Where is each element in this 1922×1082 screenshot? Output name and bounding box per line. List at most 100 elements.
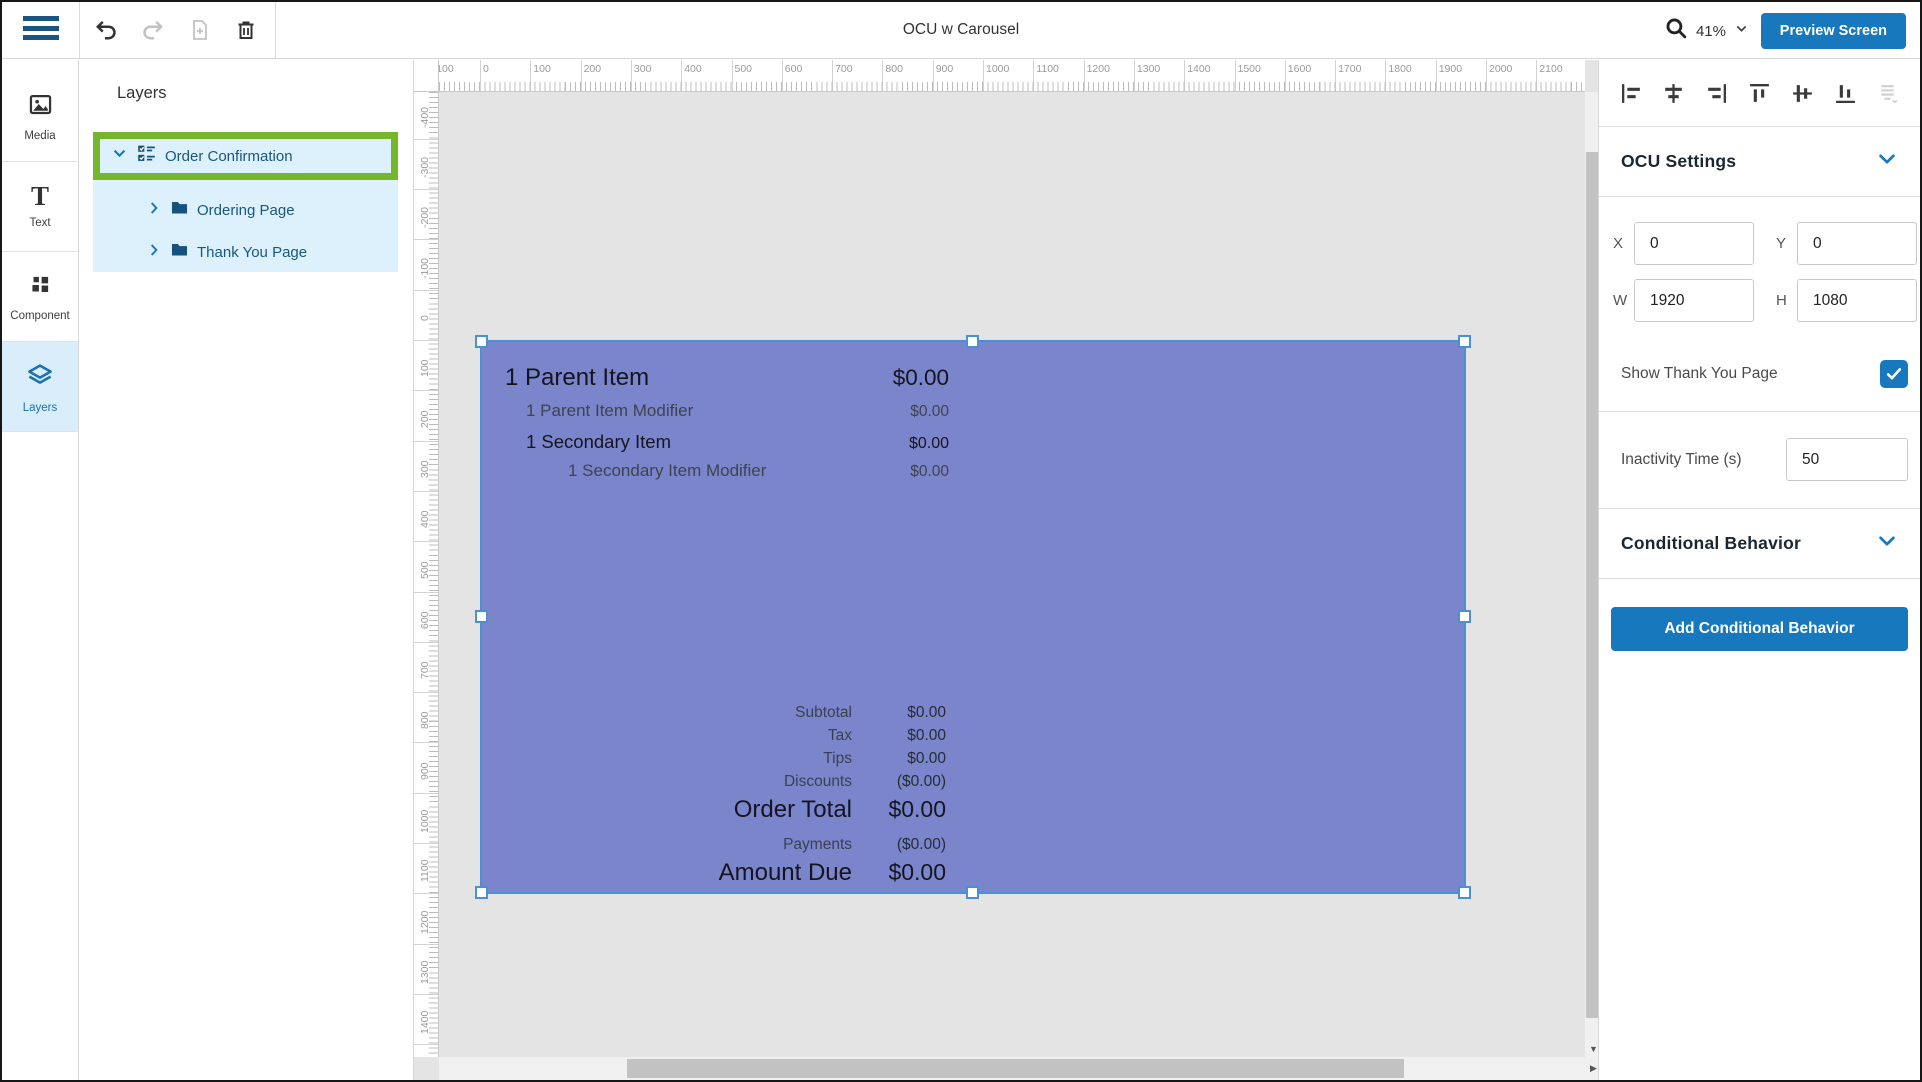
ruler-label: 500 — [414, 548, 436, 592]
conditional-button-area: Add Conditional Behavior — [1599, 579, 1920, 679]
chevron-down-icon[interactable] — [1876, 148, 1898, 175]
ruler-label: 300 — [414, 447, 436, 491]
field-input-x[interactable] — [1634, 222, 1754, 265]
align-right-icon[interactable] — [1704, 80, 1730, 106]
layer-row-order-confirmation[interactable]: Order Confirmation — [100, 139, 391, 173]
ruler-tick — [732, 60, 733, 91]
ruler-tick — [1184, 60, 1185, 91]
chevron-down-icon[interactable] — [1733, 20, 1750, 42]
chevron-right-icon[interactable] — [146, 200, 162, 221]
undo-icon[interactable] — [91, 15, 121, 45]
ruler-tick — [832, 60, 833, 91]
canvas-area[interactable]: -100010020030040050060070080090010001100… — [414, 60, 1602, 1080]
horizontal-scrollbar[interactable] — [439, 1057, 1585, 1080]
ruler-tick — [1084, 60, 1085, 91]
show-thank-you-checkbox[interactable] — [1880, 360, 1908, 388]
ruler-tick — [1335, 60, 1336, 91]
sidebar-item-text[interactable]: TText — [2, 162, 78, 252]
total-value: $0.00 — [852, 859, 946, 886]
inactivity-time-row: Inactivity Time (s) — [1599, 412, 1920, 509]
resize-handle-w[interactable] — [475, 610, 488, 623]
sidebar-item-label: Component — [10, 310, 69, 322]
ruler-tick — [581, 60, 582, 91]
search-icon — [1664, 16, 1689, 46]
chevron-down-icon[interactable] — [1876, 530, 1898, 557]
ruler-label: 900 — [936, 63, 954, 75]
ruler-label: 1100 — [1036, 63, 1059, 75]
ruler-label: 1100 — [414, 849, 436, 893]
item-name: 1 Parent Item Modifier — [526, 401, 839, 421]
zoom-control[interactable]: 41% — [1664, 16, 1750, 46]
chevron-right-icon[interactable] — [146, 242, 162, 263]
layer-row-ordering-page[interactable]: Ordering Page — [93, 189, 398, 231]
align-left-icon[interactable] — [1618, 80, 1644, 106]
receipt-total-row: Amount Due$0.00 — [505, 859, 949, 894]
resize-handle-n[interactable] — [966, 335, 979, 348]
layer-row-thank-you-page[interactable]: Thank You Page — [93, 231, 398, 273]
image-icon — [27, 91, 54, 123]
ruler-tick — [1285, 60, 1286, 91]
ruler-tick — [530, 60, 531, 91]
add-conditional-behavior-button[interactable]: Add Conditional Behavior — [1611, 607, 1908, 651]
horizontal-scrollbar-thumb[interactable] — [627, 1059, 1404, 1078]
selected-component-order-confirmation[interactable]: 1 Parent Item$0.001 Parent Item Modifier… — [480, 340, 1466, 894]
chevron-down-icon[interactable] — [111, 145, 128, 167]
ruler-tick — [480, 60, 481, 91]
total-value: $0.00 — [852, 727, 946, 745]
resize-handle-sw[interactable] — [475, 886, 488, 899]
receipt-totals: Subtotal$0.00Tax$0.00Tips$0.00Discounts(… — [505, 704, 949, 894]
zoom-level[interactable]: 41% — [1696, 23, 1726, 40]
component-icon — [27, 272, 53, 303]
field-label-y: Y — [1776, 235, 1788, 252]
hamburger-menu-icon[interactable] — [23, 16, 59, 45]
ruler-tick — [882, 60, 883, 91]
resize-handle-e[interactable] — [1458, 610, 1471, 623]
resize-handle-ne[interactable] — [1458, 335, 1471, 348]
horizontal-ruler: -100010020030040050060070080090010001100… — [439, 60, 1585, 92]
ruler-label: 2100 — [1539, 63, 1562, 75]
distribute-icon — [1875, 80, 1901, 106]
sidebar-item-media[interactable]: Media — [2, 72, 78, 162]
field-input-h[interactable] — [1797, 279, 1917, 322]
align-vertical-center-icon[interactable] — [1789, 80, 1815, 106]
align-horizontal-center-icon[interactable] — [1661, 80, 1687, 106]
conditional-behavior-header[interactable]: Conditional Behavior — [1599, 509, 1920, 579]
sidebar-item-label: Text — [29, 217, 50, 229]
ruler-label: -400 — [414, 95, 436, 139]
resize-handle-s[interactable] — [966, 886, 979, 899]
field-input-w[interactable] — [1634, 279, 1754, 322]
ruler-tick — [414, 1044, 439, 1045]
checklist-icon — [136, 143, 157, 169]
ruler-tick — [414, 994, 439, 995]
field-input-y[interactable] — [1797, 222, 1917, 265]
inactivity-time-input[interactable] — [1786, 438, 1908, 481]
ruler-label: 100 — [414, 346, 436, 390]
ruler-label: 100 — [533, 63, 551, 75]
total-value: ($0.00) — [852, 836, 946, 854]
ruler-tick — [1033, 60, 1034, 91]
receipt-item-row: 1 Parent Item Modifier$0.00 — [505, 401, 949, 431]
redo-icon — [138, 15, 168, 45]
ruler-label: 1300 — [1137, 63, 1160, 75]
total-label: Subtotal — [795, 704, 852, 722]
trash-icon[interactable] — [231, 15, 261, 45]
field-label-w: W — [1613, 292, 1625, 309]
item-price: $0.00 — [839, 403, 949, 421]
ocu-settings-header[interactable]: OCU Settings — [1599, 127, 1920, 197]
ruler-tick — [414, 742, 439, 743]
item-name: 1 Parent Item — [505, 364, 839, 392]
ruler-tick — [681, 60, 682, 91]
ruler-tick — [933, 60, 934, 91]
align-bottom-icon[interactable] — [1832, 80, 1858, 106]
inspector-panel: OCU Settings XYWH Show Thank You Page In… — [1598, 60, 1920, 1080]
align-top-icon[interactable] — [1746, 80, 1772, 106]
preview-screen-button[interactable]: Preview Screen — [1761, 13, 1906, 49]
resize-handle-nw[interactable] — [475, 335, 488, 348]
show-thank-you-label: Show Thank You Page — [1621, 365, 1778, 383]
sidebar-item-layers[interactable]: Layers — [2, 342, 78, 432]
total-label: Amount Due — [719, 859, 852, 887]
ruler-corner — [414, 60, 439, 92]
resize-handle-se[interactable] — [1458, 886, 1471, 899]
sidebar-item-component[interactable]: Component — [2, 252, 78, 342]
inactivity-time-label: Inactivity Time (s) — [1621, 451, 1742, 469]
